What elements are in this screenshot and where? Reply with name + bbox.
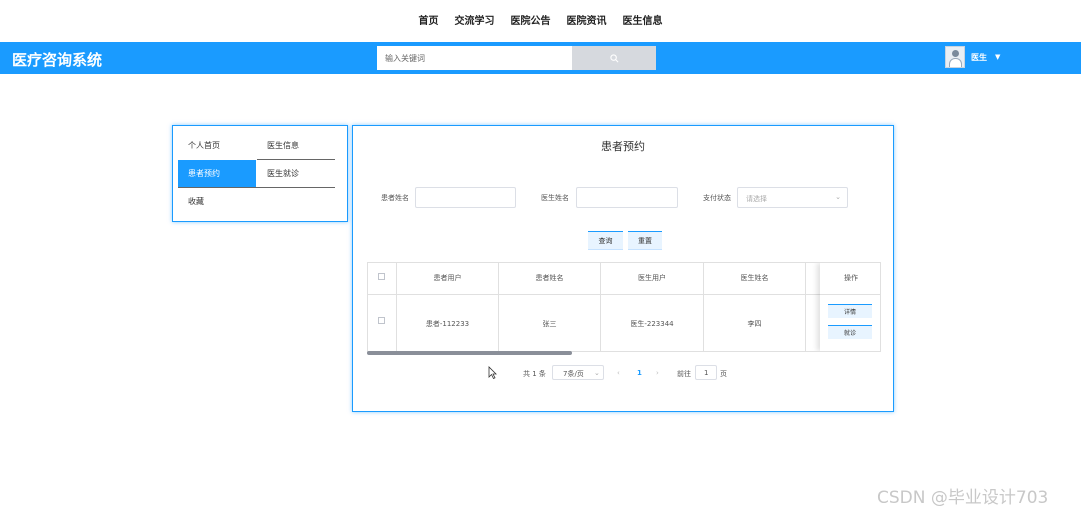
chevron-down-icon: ⌄ [594, 369, 600, 377]
next-page-button[interactable]: › [656, 369, 659, 377]
detail-button[interactable]: 详情 [828, 304, 872, 318]
nav-doctor-info[interactable]: 医生信息 [623, 12, 663, 27]
sidebar-item-appointments[interactable]: 患者预约 [178, 160, 256, 188]
goto-page-input[interactable]: 1 [695, 365, 717, 380]
doctor-name-label: 医生姓名 [541, 194, 569, 202]
horizontal-scrollbar[interactable] [367, 351, 572, 355]
sidebar-item-doctor-info[interactable]: 医生信息 [257, 132, 335, 160]
caret-down-icon: ▼ [995, 53, 1001, 61]
pay-status-placeholder: 请选择 [746, 195, 767, 203]
search-button[interactable] [572, 46, 656, 70]
cell-patient-name: 张三 [542, 320, 557, 328]
header-bar: 医疗咨询系统 医生 ▼ [0, 42, 1081, 74]
page-size-select[interactable]: 7条/页 ⌄ [552, 365, 604, 380]
pagination: 共 1 条 7条/页 ⌄ ‹ 1 › 前往 1 页 [353, 365, 893, 381]
pay-status-label: 支付状态 [703, 194, 731, 202]
appointments-table: 患者用户 患者姓名 医生用户 医生姓名 患者-112233 张三 医生-2233… [367, 262, 881, 352]
page-number-current[interactable]: 1 [637, 369, 642, 377]
pagination-total: 共 1 条 [523, 370, 546, 378]
avatar[interactable] [945, 46, 965, 68]
column-header: 患者姓名 [535, 274, 564, 282]
column-header: 患者用户 [433, 274, 462, 282]
patient-name-label: 患者姓名 [381, 194, 409, 202]
nav-announcement[interactable]: 医院公告 [511, 12, 551, 27]
sidebar-item-favorites[interactable]: 收藏 [178, 188, 256, 216]
watermark: CSDN @毕业设计703 [877, 488, 1049, 508]
top-nav: 首页 交流学习 医院公告 医院资讯 医生信息 [0, 12, 1081, 27]
select-all-checkbox[interactable] [378, 273, 385, 280]
nav-home[interactable]: 首页 [419, 12, 439, 27]
doctor-name-input[interactable] [576, 187, 678, 208]
user-menu[interactable]: 医生 ▼ [945, 46, 1000, 68]
column-header: 操作 [844, 274, 858, 282]
cell-doctor-name: 李四 [747, 320, 762, 328]
operations-column: 操作 详情 就诊 [820, 263, 880, 351]
row-checkbox[interactable] [378, 317, 385, 324]
mouse-cursor-icon [488, 366, 497, 379]
goto-page-value: 1 [704, 369, 709, 377]
cell-doctor-user: 医生-223344 [630, 320, 674, 328]
goto-suffix: 页 [720, 370, 727, 378]
sidebar-item-profile[interactable]: 个人首页 [178, 132, 256, 160]
column-header: 医生姓名 [740, 274, 769, 282]
page-size-value: 7条/页 [563, 370, 584, 378]
prev-page-button[interactable]: ‹ [617, 369, 620, 377]
patient-name-input[interactable] [415, 187, 516, 208]
nav-news[interactable]: 医院资讯 [567, 12, 607, 27]
nav-exchange[interactable]: 交流学习 [455, 12, 495, 27]
user-name: 医生 [971, 52, 987, 62]
chevron-down-icon: ⌄ [835, 193, 841, 201]
column-header: 医生用户 [638, 274, 666, 282]
sidebar-item-consultation[interactable]: 医生就诊 [257, 160, 335, 188]
search-icon [609, 53, 618, 62]
query-button[interactable]: 查询 [588, 231, 623, 250]
pay-status-select[interactable]: 请选择 ⌄ [737, 187, 848, 208]
page-title: 患者预约 [601, 140, 645, 153]
cell-patient-user: 患者-112233 [425, 320, 470, 328]
consult-button[interactable]: 就诊 [828, 325, 872, 339]
search-input[interactable] [377, 46, 572, 70]
search-bar [377, 46, 656, 70]
sidebar-menu: 个人首页 医生信息 患者预约 医生就诊 收藏 [172, 125, 348, 222]
reset-button[interactable]: 重置 [628, 231, 662, 250]
main-panel: 患者预约 患者姓名 医生姓名 支付状态 请选择 ⌄ 查询 重置 患者用户 患者姓… [352, 125, 894, 412]
brand-title: 医疗咨询系统 [12, 51, 103, 69]
goto-prefix: 前往 [677, 370, 691, 378]
